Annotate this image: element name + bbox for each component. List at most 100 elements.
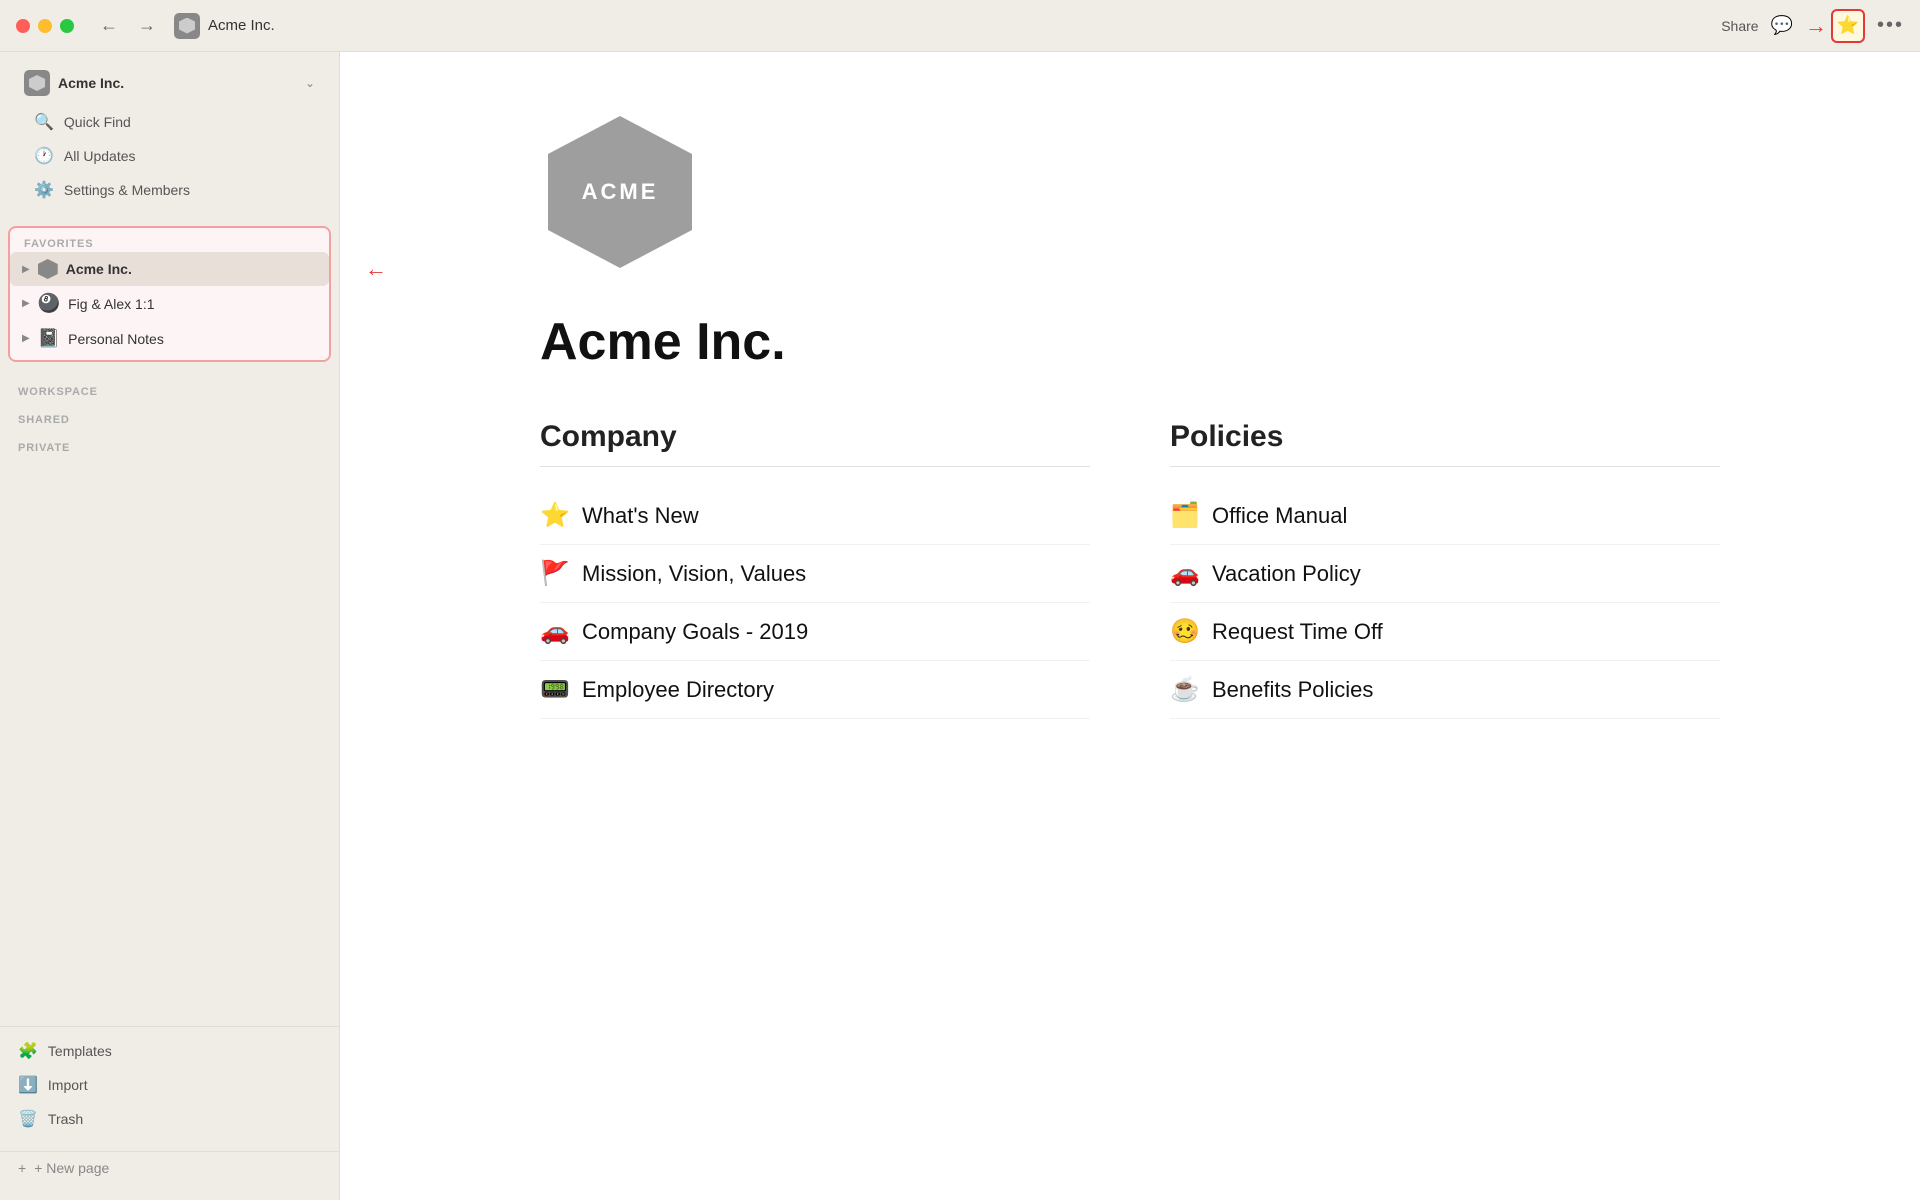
sidebar-item-templates[interactable]: 🧩 Templates	[8, 1035, 331, 1067]
doc-item-company-goals[interactable]: 🚗 Company Goals - 2019	[540, 603, 1090, 661]
forward-button[interactable]: →	[132, 13, 162, 38]
share-button[interactable]: Share	[1721, 18, 1758, 34]
sidebar-item-label: Personal Notes	[68, 331, 164, 347]
sidebar-item-label: Acme Inc.	[66, 261, 132, 277]
sidebar-item-label: Quick Find	[64, 114, 131, 130]
doc-label: Mission, Vision, Values	[582, 561, 806, 587]
whats-new-icon: ⭐	[540, 501, 570, 530]
vacation-icon: 🚗	[1170, 559, 1200, 588]
favorite-item-container: ▶ Acme Inc. ←	[10, 252, 329, 286]
new-page-label: + New page	[34, 1160, 109, 1176]
shared-label: SHARED	[0, 402, 339, 430]
acme-logo: ACME	[540, 112, 1720, 272]
doc-item-office-manual[interactable]: 🗂️ Office Manual	[1170, 487, 1720, 545]
sidebar-item-label: Import	[48, 1077, 88, 1093]
personal-notes-icon: 📓	[38, 328, 60, 349]
breadcrumb: Acme Inc.	[208, 17, 275, 34]
arrow-right-icon: →	[1805, 13, 1827, 39]
chevron-down-icon: ⌄	[305, 76, 315, 90]
back-button[interactable]: ←	[94, 13, 124, 38]
doc-label: Office Manual	[1212, 503, 1347, 529]
policies-doc-list: 🗂️ Office Manual 🚗 Vacation Policy 🥴 Req…	[1170, 487, 1720, 719]
sidebar-item-personal-notes[interactable]: ▶ 📓 Personal Notes	[10, 321, 329, 356]
doc-item-benefits[interactable]: ☕ Benefits Policies	[1170, 661, 1720, 719]
office-manual-icon: 🗂️	[1170, 501, 1200, 530]
doc-item-employee-directory[interactable]: 📟 Employee Directory	[540, 661, 1090, 719]
doc-item-mission[interactable]: 🚩 Mission, Vision, Values	[540, 545, 1090, 603]
private-label: PRIVATE	[0, 430, 339, 458]
page-title: Acme Inc.	[540, 312, 1720, 372]
more-options-button[interactable]: •••	[1877, 14, 1904, 37]
workspace-selector[interactable]: Acme Inc. ⌄	[16, 64, 323, 102]
workspace-label: WORKSPACE	[0, 374, 339, 402]
favorite-button[interactable]: ⭐	[1831, 9, 1865, 43]
company-column: Company ⭐ What's New 🚩 Mission, Vision, …	[540, 420, 1090, 719]
doc-label: Vacation Policy	[1212, 561, 1361, 587]
toolbar-right: Share 💬 → ⭐ •••	[1721, 9, 1904, 43]
title-bar: ← → Acme Inc. Share 💬 → ⭐ •••	[0, 0, 1920, 52]
sidebar-item-label: Templates	[48, 1043, 112, 1059]
hex-logo-text: ACME	[582, 179, 659, 205]
sidebar-bottom: 🧩 Templates ⬇️ Import 🗑️ Trash	[0, 1026, 339, 1143]
sidebar-item-acme-inc[interactable]: ▶ Acme Inc.	[10, 252, 329, 286]
sidebar-item-label: Settings & Members	[64, 182, 190, 198]
sidebar-nav: 🔍 Quick Find 🕐 All Updates ⚙️ Settings &…	[16, 102, 323, 210]
sidebar-item-label: Fig & Alex 1:1	[68, 296, 154, 312]
import-icon: ⬇️	[18, 1075, 38, 1095]
policies-column-title: Policies	[1170, 420, 1720, 467]
doc-label: Request Time Off	[1212, 619, 1383, 645]
workspace-icon	[24, 70, 50, 96]
columns-container: Company ⭐ What's New 🚩 Mission, Vision, …	[540, 420, 1720, 719]
page-icon	[174, 13, 200, 39]
sidebar-item-label: All Updates	[64, 148, 136, 164]
hex-logo-container: ACME	[540, 112, 700, 272]
clock-icon: 🕐	[34, 146, 54, 166]
sidebar-item-label: Trash	[48, 1111, 83, 1127]
expand-icon: ▶	[22, 298, 30, 309]
sidebar-item-all-updates[interactable]: 🕐 All Updates	[24, 140, 315, 172]
sidebar-item-fig-alex[interactable]: ▶ 🎱 Fig & Alex 1:1	[10, 286, 329, 321]
section-labels: WORKSPACE SHARED PRIVATE	[0, 366, 339, 458]
comment-button[interactable]: 💬	[1771, 15, 1793, 36]
company-doc-list: ⭐ What's New 🚩 Mission, Vision, Values 🚗…	[540, 487, 1090, 719]
employee-dir-icon: 📟	[540, 675, 570, 704]
doc-item-vacation-policy[interactable]: 🚗 Vacation Policy	[1170, 545, 1720, 603]
search-icon: 🔍	[34, 112, 54, 132]
policies-column: Policies 🗂️ Office Manual 🚗 Vacation Pol…	[1170, 420, 1720, 719]
sidebar: Acme Inc. ⌄ 🔍 Quick Find 🕐 All Updates ⚙…	[0, 52, 340, 1200]
minimize-button[interactable]	[38, 19, 52, 33]
goals-icon: 🚗	[540, 617, 570, 646]
sidebar-item-quick-find[interactable]: 🔍 Quick Find	[24, 106, 315, 138]
doc-item-time-off[interactable]: 🥴 Request Time Off	[1170, 603, 1720, 661]
traffic-lights	[16, 19, 74, 33]
trash-icon: 🗑️	[18, 1109, 38, 1129]
favorites-label: FAVORITES	[10, 232, 329, 252]
doc-label: Benefits Policies	[1212, 677, 1373, 703]
star-annotation: → ⭐	[1805, 9, 1865, 43]
app-body: Acme Inc. ⌄ 🔍 Quick Find 🕐 All Updates ⚙…	[0, 52, 1920, 1200]
templates-icon: 🧩	[18, 1041, 38, 1061]
mission-icon: 🚩	[540, 559, 570, 588]
sidebar-top: Acme Inc. ⌄ 🔍 Quick Find 🕐 All Updates ⚙…	[0, 52, 339, 222]
acme-icon	[38, 259, 58, 279]
sidebar-item-settings[interactable]: ⚙️ Settings & Members	[24, 174, 315, 206]
expand-icon: ▶	[22, 264, 30, 275]
close-button[interactable]	[16, 19, 30, 33]
expand-icon: ▶	[22, 333, 30, 344]
sidebar-item-trash[interactable]: 🗑️ Trash	[8, 1103, 331, 1135]
bottom-nav: 🧩 Templates ⬇️ Import 🗑️ Trash	[8, 1035, 331, 1135]
sidebar-item-import[interactable]: ⬇️ Import	[8, 1069, 331, 1101]
fig-alex-icon: 🎱	[38, 293, 60, 314]
gear-icon: ⚙️	[34, 180, 54, 200]
workspace-name: Acme Inc.	[58, 75, 297, 91]
maximize-button[interactable]	[60, 19, 74, 33]
favorites-section: FAVORITES ▶ Acme Inc. ← ▶ 🎱 Fig & Alex 1…	[8, 226, 331, 362]
time-off-icon: 🥴	[1170, 617, 1200, 646]
doc-label: Company Goals - 2019	[582, 619, 808, 645]
main-content: ACME Acme Inc. Company ⭐ What's New 🚩 Mi…	[340, 52, 1920, 1200]
doc-label: Employee Directory	[582, 677, 774, 703]
company-column-title: Company	[540, 420, 1090, 467]
doc-item-whats-new[interactable]: ⭐ What's New	[540, 487, 1090, 545]
new-page-button[interactable]: + + New page	[0, 1151, 339, 1184]
nav-buttons: ← →	[94, 13, 162, 38]
